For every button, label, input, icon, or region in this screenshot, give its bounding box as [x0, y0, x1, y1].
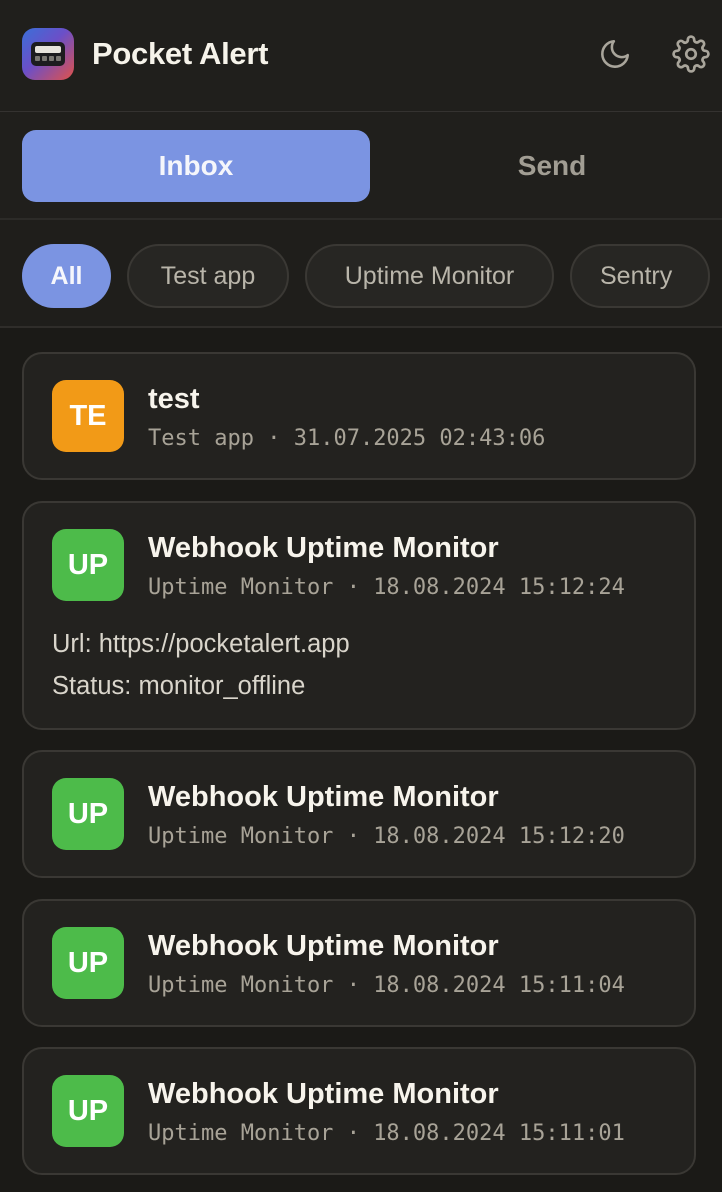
avatar: UP — [52, 1075, 124, 1147]
app-title: Pocket Alert — [92, 36, 269, 71]
message-card[interactable]: UP Webhook Uptime Monitor Uptime Monitor… — [22, 1047, 696, 1175]
meta-separator: · — [346, 575, 360, 600]
main-tabs: Inbox Send — [0, 112, 722, 220]
message-title: Webhook Uptime Monitor — [148, 781, 499, 813]
filter-chip-test-app[interactable]: Test app — [127, 244, 289, 308]
message-body-line: Status: monitor_offline — [52, 672, 306, 700]
filter-chip-sentry[interactable]: Sentry — [570, 244, 710, 308]
message-title: test — [148, 383, 200, 415]
meta-separator: · — [346, 973, 360, 998]
avatar: UP — [52, 529, 124, 601]
message-timestamp: 18.08.2024 15:12:24 — [373, 575, 625, 600]
message-title: Webhook Uptime Monitor — [148, 930, 499, 962]
pager-icon — [22, 28, 74, 80]
message-meta: Test app · 31.07.2025 02:43:06 — [148, 424, 545, 454]
message-card[interactable]: TE test Test app · 31.07.2025 02:43:06 — [22, 352, 696, 480]
settings-button[interactable] — [671, 34, 711, 74]
message-timestamp: 18.08.2024 15:11:01 — [373, 1121, 625, 1146]
message-title: Webhook Uptime Monitor — [148, 532, 499, 564]
message-source: Uptime Monitor — [148, 824, 334, 849]
app-header: Pocket Alert — [0, 0, 722, 112]
message-timestamp: 31.07.2025 02:43:06 — [293, 426, 546, 451]
message-meta: Uptime Monitor · 18.08.2024 15:12:20 — [148, 822, 625, 852]
theme-toggle-button[interactable] — [595, 34, 635, 74]
message-source: Test app — [148, 426, 254, 451]
message-title: Webhook Uptime Monitor — [148, 1078, 499, 1110]
filter-chip-uptime-monitor[interactable]: Uptime Monitor — [305, 244, 554, 308]
meta-separator: · — [346, 824, 360, 849]
message-timestamp: 18.08.2024 15:11:04 — [373, 973, 625, 998]
meta-separator: · — [346, 1121, 360, 1146]
message-timestamp: 18.08.2024 15:12:20 — [373, 824, 625, 849]
filter-chip-all[interactable]: All — [22, 244, 111, 308]
avatar: TE — [52, 380, 124, 452]
tab-send[interactable]: Send — [378, 130, 722, 202]
message-meta: Uptime Monitor · 18.08.2024 15:11:01 — [148, 1119, 625, 1149]
message-meta: Uptime Monitor · 18.08.2024 15:12:24 — [148, 573, 625, 603]
message-source: Uptime Monitor — [148, 973, 334, 998]
tab-inbox[interactable]: Inbox — [22, 130, 370, 202]
message-source: Uptime Monitor — [148, 1121, 334, 1146]
gear-icon — [672, 35, 710, 73]
avatar: UP — [52, 778, 124, 850]
avatar: UP — [52, 927, 124, 999]
message-meta: Uptime Monitor · 18.08.2024 15:11:04 — [148, 971, 625, 1001]
message-card[interactable]: UP Webhook Uptime Monitor Uptime Monitor… — [22, 501, 696, 730]
message-card[interactable]: UP Webhook Uptime Monitor Uptime Monitor… — [22, 750, 696, 878]
message-body: Url: https://pocketalert.app Status: mon… — [52, 623, 350, 707]
message-source: Uptime Monitor — [148, 575, 334, 600]
message-card[interactable]: UP Webhook Uptime Monitor Uptime Monitor… — [22, 899, 696, 1027]
message-body-line: Url: https://pocketalert.app — [52, 630, 350, 658]
source-filter-bar: All Test app Uptime Monitor Sentry — [0, 220, 722, 328]
meta-separator: · — [267, 426, 281, 451]
moon-icon — [601, 39, 630, 68]
